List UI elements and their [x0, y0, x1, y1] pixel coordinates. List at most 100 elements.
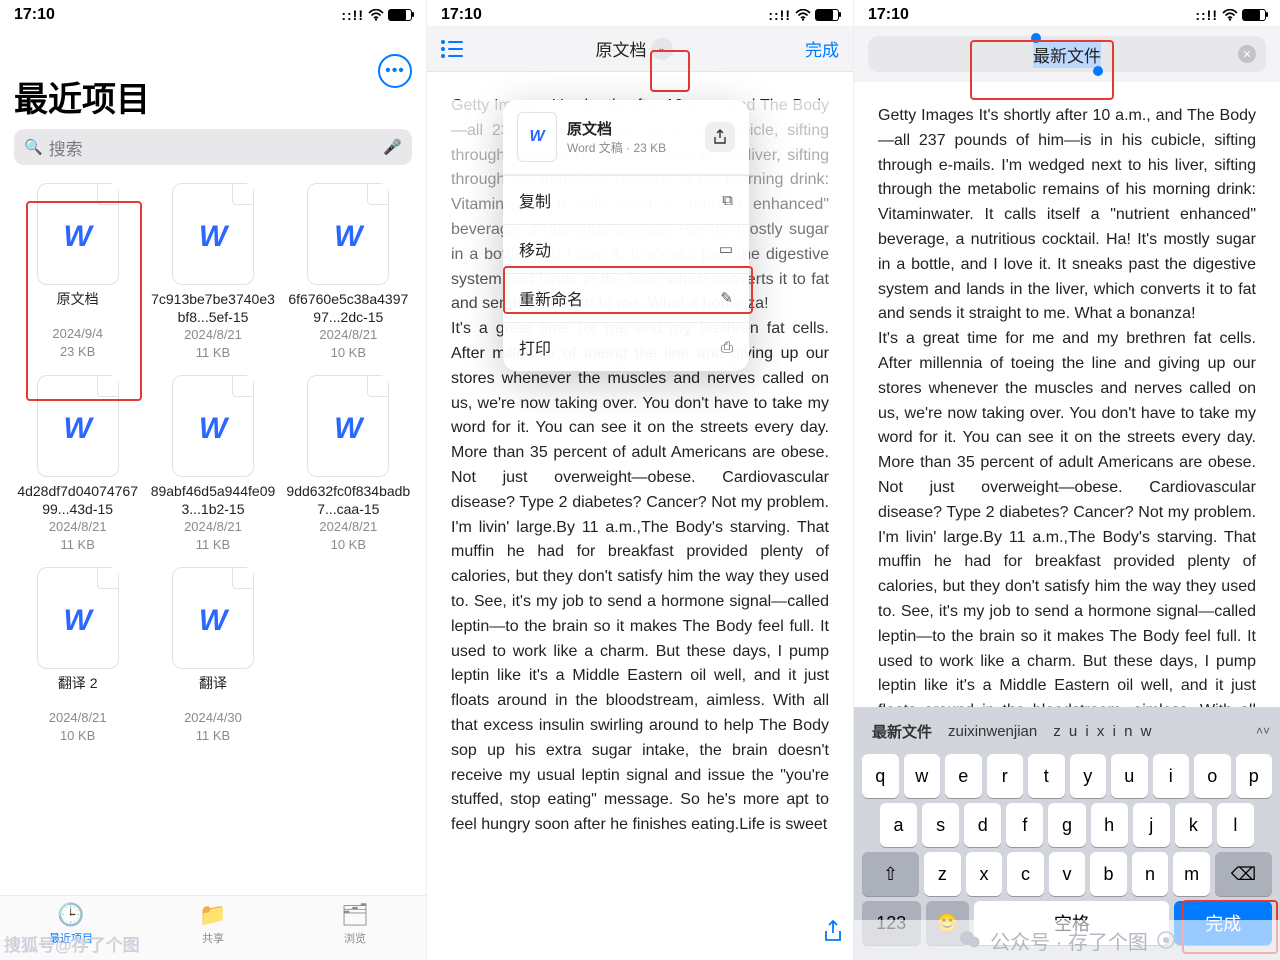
key-a[interactable]: a	[880, 803, 917, 847]
candidate[interactable]: 最新文件	[864, 721, 940, 742]
microphone-icon[interactable]: 🎤	[383, 138, 402, 156]
status-icons: ::!!	[768, 7, 839, 23]
key-h[interactable]: h	[1091, 803, 1128, 847]
title-bar: 最新文件 ✕	[854, 26, 1280, 82]
more-button[interactable]: •••	[378, 54, 412, 88]
filename-input[interactable]: 最新文件 ✕	[868, 36, 1266, 72]
search-icon: 🔍	[24, 138, 43, 156]
file-item[interactable]: W翻译 22024/8/2110 KB	[14, 563, 141, 744]
status-icons: ::!!	[341, 7, 412, 23]
shift-key[interactable]: ⇧	[862, 852, 919, 896]
num-key[interactable]: 123	[862, 901, 921, 945]
key-m[interactable]: m	[1173, 852, 1210, 896]
word-icon: W	[307, 375, 389, 477]
files-app-pane: 17:10 ::!! ••• 最近项目 🔍 搜索 🎤 W原文档2024/9/42…	[0, 0, 427, 960]
file-item[interactable]: W9dd632fc0f834badb7...caa-152024/8/2110 …	[285, 371, 412, 553]
key-z[interactable]: z	[924, 852, 961, 896]
key-v[interactable]: v	[1049, 852, 1086, 896]
share-nav-icon[interactable]	[823, 919, 843, 949]
menu-header: W 原文档Word 文稿 · 23 KB	[503, 100, 749, 175]
key-w[interactable]: w	[904, 754, 941, 798]
file-date: 2024/9/4	[14, 325, 141, 343]
backspace-key[interactable]: ⌫	[1215, 852, 1272, 896]
word-icon: W	[172, 183, 254, 285]
key-y[interactable]: y	[1070, 754, 1107, 798]
keyboard: 最新文件 zuixinwenjian z u i x i n w ˄˅ qwer…	[854, 707, 1280, 960]
key-t[interactable]: t	[1028, 754, 1065, 798]
file-item[interactable]: W4d28df7d0407476799...43d-152024/8/2111 …	[14, 371, 141, 553]
word-icon: W	[37, 183, 119, 285]
file-date: 2024/8/21	[149, 326, 276, 344]
wifi-icon	[368, 9, 384, 21]
file-name: 89abf46d5a944fe093...1b2-15	[149, 483, 276, 518]
folder-icon: ▭	[719, 240, 733, 258]
document-view-pane: 17:10 ::!! 原文档 ⌄ 完成 Getty Images It's sh…	[427, 0, 854, 960]
file-item[interactable]: W翻译2024/4/3011 KB	[149, 563, 276, 744]
key-p[interactable]: p	[1236, 754, 1273, 798]
search-placeholder: 搜索	[49, 135, 83, 160]
key-l[interactable]: l	[1217, 803, 1254, 847]
file-date: 2024/8/21	[14, 518, 141, 536]
candidate[interactable]: zuixinwenjian	[940, 723, 1045, 740]
menu-copy[interactable]: 复制⧉	[503, 175, 749, 224]
search-input[interactable]: 🔍 搜索 🎤	[14, 129, 412, 165]
clock: 17:10	[868, 6, 909, 24]
file-item[interactable]: W89abf46d5a944fe093...1b2-152024/8/2111 …	[149, 371, 276, 553]
clock-icon: 🕒	[0, 902, 142, 928]
menu-print[interactable]: 打印⎙	[503, 322, 749, 371]
key-b[interactable]: b	[1090, 852, 1127, 896]
battery-icon	[1242, 9, 1266, 21]
clear-icon[interactable]: ✕	[1238, 45, 1256, 63]
key-q[interactable]: q	[862, 754, 899, 798]
key-f[interactable]: f	[1006, 803, 1043, 847]
pencil-icon: ✎	[720, 289, 733, 307]
filename-text: 最新文件	[1033, 41, 1101, 68]
status-bar: 17:10 ::!!	[0, 0, 426, 26]
file-size: 11 KB	[14, 536, 141, 554]
emoji-key[interactable]: 😊	[926, 901, 970, 945]
menu-rename[interactable]: 重新命名✎	[503, 273, 749, 322]
menu-move[interactable]: 移动▭	[503, 224, 749, 273]
done-key[interactable]: 完成	[1174, 901, 1272, 945]
key-o[interactable]: o	[1194, 754, 1231, 798]
doc-title[interactable]: 原文档 ⌄	[596, 36, 673, 61]
tab-shared[interactable]: 📁共享	[142, 896, 284, 960]
key-i[interactable]: i	[1153, 754, 1190, 798]
file-item[interactable]: W原文档2024/9/423 KB	[14, 179, 141, 361]
key-d[interactable]: d	[964, 803, 1001, 847]
key-g[interactable]: g	[1048, 803, 1085, 847]
key-x[interactable]: x	[966, 852, 1003, 896]
key-j[interactable]: j	[1133, 803, 1170, 847]
file-item[interactable]: W7c913be7be3740e3bf8...5ef-152024/8/2111…	[149, 179, 276, 361]
context-menu: W 原文档Word 文稿 · 23 KB 复制⧉ 移动▭ 重新命名✎ 打印⎙	[503, 100, 749, 371]
file-item[interactable]: W6f6760e5c38a439797...2dc-152024/8/2110 …	[285, 179, 412, 361]
key-u[interactable]: u	[1111, 754, 1148, 798]
menu-file-name: 原文档	[567, 118, 666, 139]
chevron-down-icon[interactable]: ⌄	[651, 38, 673, 60]
candidate-bar[interactable]: 最新文件 zuixinwenjian z u i x i n w ˄˅	[858, 713, 1276, 749]
clock: 17:10	[441, 6, 482, 24]
folder-icon: 🗂	[284, 902, 426, 928]
wifi-icon	[795, 9, 811, 21]
tab-browse[interactable]: 🗂浏览	[284, 896, 426, 960]
file-name: 4d28df7d0407476799...43d-15	[14, 483, 141, 518]
expand-icon[interactable]: ˄˅	[1256, 724, 1270, 738]
share-icon	[713, 129, 727, 145]
file-date: 2024/8/21	[285, 326, 412, 344]
key-n[interactable]: n	[1132, 852, 1169, 896]
key-k[interactable]: k	[1175, 803, 1212, 847]
paragraph: Getty Images It's shortly after 10 a.m.,…	[878, 104, 1256, 327]
key-r[interactable]: r	[987, 754, 1024, 798]
key-c[interactable]: c	[1007, 852, 1044, 896]
file-name: 翻译	[149, 675, 276, 709]
key-e[interactable]: e	[945, 754, 982, 798]
share-button[interactable]	[705, 122, 735, 152]
outline-icon[interactable]	[441, 41, 463, 57]
tab-recent[interactable]: 🕒最近项目	[0, 896, 142, 960]
done-button[interactable]: 完成	[805, 36, 839, 61]
title-bar: 原文档 ⌄ 完成	[427, 26, 853, 72]
space-key[interactable]: 空格	[974, 901, 1169, 945]
candidate[interactable]: z u i x i n w	[1045, 723, 1161, 740]
word-icon: W	[307, 183, 389, 285]
key-s[interactable]: s	[922, 803, 959, 847]
